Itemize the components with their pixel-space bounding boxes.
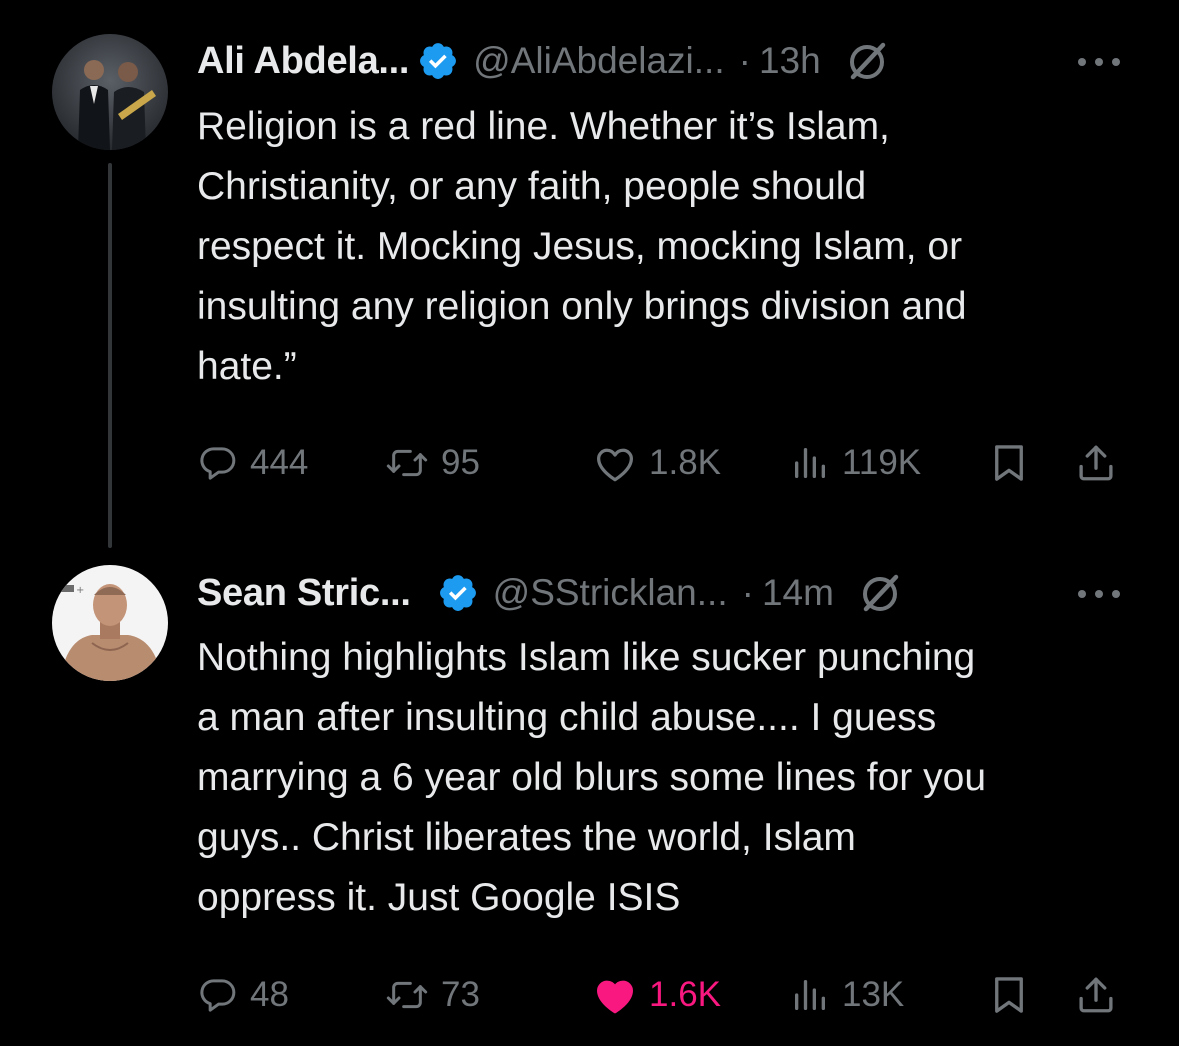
share-button[interactable] xyxy=(1075,433,1117,493)
reply-icon xyxy=(200,979,236,1012)
share-icon xyxy=(1079,445,1113,481)
views-button[interactable]: 13K xyxy=(790,965,904,1025)
author-name[interactable]: Sean Stric... xyxy=(197,572,411,615)
bookmark-button[interactable] xyxy=(988,433,1030,493)
author-handle[interactable]: @AliAbdelazi... xyxy=(473,40,724,82)
reply-button[interactable]: 444 xyxy=(198,433,308,493)
like-button[interactable]: 1.6K xyxy=(593,965,721,1025)
views-count: 119K xyxy=(842,443,922,482)
reply-count: 444 xyxy=(250,443,309,482)
repost-icon xyxy=(386,981,428,1009)
tweet[interactable]: + Sean Stric... @SStricklan... · 14m Not… xyxy=(0,560,1179,1046)
timestamp[interactable]: 14m xyxy=(762,572,834,614)
avatar[interactable] xyxy=(52,34,168,150)
repost-count: 95 xyxy=(441,443,480,482)
like-count: 1.8K xyxy=(649,443,721,482)
repost-count: 73 xyxy=(441,975,480,1014)
like-icon xyxy=(597,448,633,482)
reply-count: 48 xyxy=(250,975,289,1014)
share-icon xyxy=(1079,977,1113,1013)
verified-badge-icon xyxy=(437,572,479,614)
views-icon xyxy=(795,448,825,478)
tweet[interactable]: Ali Abdela... @AliAbdelazi... · 13h Reli… xyxy=(0,0,1179,560)
repost-icon xyxy=(386,449,428,477)
separator-dot: · xyxy=(741,572,754,613)
grok-icon[interactable] xyxy=(843,37,891,85)
separator-dot: · xyxy=(738,40,751,81)
svg-text:+: + xyxy=(76,585,84,596)
bookmark-icon xyxy=(995,977,1023,1013)
action-bar: 444 95 1.8K 119K xyxy=(0,433,1179,493)
repost-button[interactable]: 73 xyxy=(385,965,480,1025)
views-button[interactable]: 119K xyxy=(790,433,921,493)
tweet-text: Religion is a red line. Whether it’s Isl… xyxy=(197,105,967,388)
bookmark-button[interactable] xyxy=(988,965,1030,1025)
views-icon xyxy=(795,980,825,1010)
avatar[interactable]: + xyxy=(52,565,168,681)
grok-icon[interactable] xyxy=(856,569,904,617)
like-icon xyxy=(597,980,633,1014)
tweet-header: Sean Stric... @SStricklan... · 14m xyxy=(197,566,904,620)
bookmark-icon xyxy=(995,445,1023,481)
reply-button[interactable]: 48 xyxy=(198,965,289,1025)
more-icon[interactable] xyxy=(1074,52,1124,72)
tweet-text: Nothing highlights Islam like sucker pun… xyxy=(197,636,987,919)
timestamp[interactable]: 13h xyxy=(759,40,821,82)
tweet-header: Ali Abdela... @AliAbdelazi... · 13h xyxy=(197,34,891,88)
more-icon[interactable] xyxy=(1074,584,1124,604)
like-button[interactable]: 1.8K xyxy=(593,433,721,493)
author-handle[interactable]: @SStricklan... xyxy=(493,572,728,614)
verified-badge-icon xyxy=(417,40,459,82)
like-count: 1.6K xyxy=(649,975,721,1014)
reply-icon xyxy=(200,447,236,480)
action-bar: 48 73 1.6K 13K xyxy=(0,965,1179,1025)
repost-button[interactable]: 95 xyxy=(385,433,480,493)
views-count: 13K xyxy=(842,975,905,1014)
share-button[interactable] xyxy=(1075,965,1117,1025)
author-name[interactable]: Ali Abdela... xyxy=(197,40,409,83)
